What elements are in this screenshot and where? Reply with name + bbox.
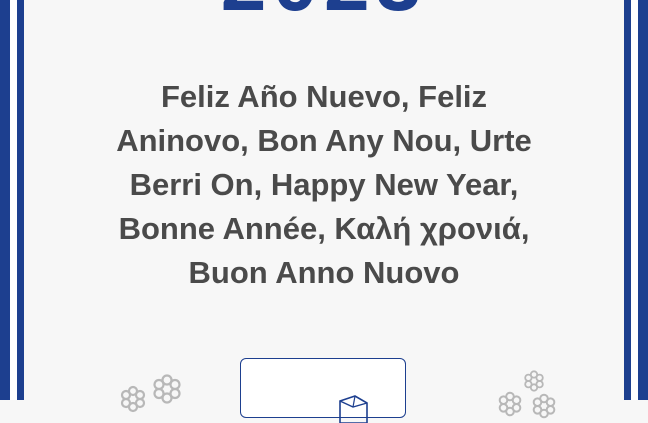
- envelope-icon: [339, 395, 368, 423]
- border-gap-right: [631, 0, 638, 400]
- snowflake-icon: [532, 393, 556, 419]
- border-gap-left: [10, 0, 17, 400]
- snowflake-icon: [153, 374, 181, 404]
- greeting-text: Feliz Año Nuevo, Feliz Aninovo, Bon Any …: [116, 79, 532, 290]
- snowflake-icon: [498, 391, 522, 417]
- snowflake-icon: [120, 385, 146, 413]
- year-heading: 2023: [0, 0, 648, 24]
- snowflake-icon: [524, 370, 544, 392]
- envelope-box: [240, 358, 406, 423]
